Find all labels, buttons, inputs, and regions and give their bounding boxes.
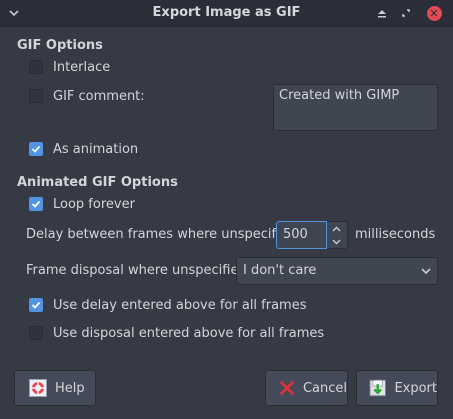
checkbox-box[interactable] (29, 326, 43, 340)
export-gif-dialog: Export Image as GIF ✕ GIF Options Interl… (0, 0, 453, 419)
as-animation-checkbox[interactable]: As animation (29, 140, 138, 158)
checkbox-box[interactable] (29, 89, 43, 103)
delay-spinbutton[interactable]: 500 (276, 221, 348, 249)
checkbox-box[interactable] (29, 142, 43, 156)
checkmark-icon (31, 301, 41, 309)
delay-label: Delay between frames where unspecified: (26, 227, 301, 242)
gif-options-header: GIF Options (17, 38, 103, 53)
export-label: Export (394, 380, 437, 396)
shade-icon[interactable] (372, 0, 392, 26)
loop-forever-label: Loop forever (53, 196, 135, 212)
use-disposal-checkbox[interactable]: Use disposal entered above for all frame… (29, 324, 324, 342)
title-bar: Export Image as GIF ✕ (0, 0, 453, 27)
help-label: Help (55, 380, 85, 396)
export-button[interactable]: Export (356, 370, 438, 406)
checkbox-box[interactable] (29, 197, 43, 211)
decrement-chevron-down-icon[interactable] (327, 235, 346, 248)
close-icon: ✕ (426, 5, 442, 21)
help-button[interactable]: Help (14, 370, 96, 406)
animated-gif-options-header: Animated GIF Options (17, 175, 178, 190)
delay-unit-label: milliseconds (355, 227, 436, 242)
use-disposal-label: Use disposal entered above for all frame… (53, 325, 325, 341)
cancel-label: Cancel (302, 380, 347, 396)
cancel-x-icon (280, 381, 294, 395)
chevron-down-icon (421, 268, 431, 275)
checkmark-icon (31, 145, 41, 153)
gif-comment-textarea[interactable]: Created with GIMP (273, 84, 438, 131)
checkbox-box[interactable] (29, 60, 43, 74)
checkbox-box[interactable] (29, 298, 43, 312)
use-delay-label: Use delay entered above for all frames (53, 297, 307, 313)
interlace-label: Interlace (53, 59, 111, 75)
checkmark-icon (31, 200, 41, 208)
help-lifebuoy-icon (29, 379, 47, 397)
export-save-icon (369, 379, 386, 397)
spin-buttons (327, 221, 348, 249)
disposal-selected-value: I don't care (243, 263, 317, 278)
disposal-label: Frame disposal where unspecified: (26, 263, 252, 278)
as-animation-label: As animation (53, 141, 139, 157)
loop-forever-checkbox[interactable]: Loop forever (29, 195, 135, 213)
increment-chevron-up-icon[interactable] (327, 222, 346, 235)
cancel-button[interactable]: Cancel (265, 370, 348, 406)
restore-icon[interactable] (396, 0, 416, 26)
close-window-button[interactable]: ✕ (424, 0, 444, 26)
gif-comment-checkbox[interactable]: GIF comment: (29, 87, 145, 105)
gif-comment-label: GIF comment: (53, 88, 145, 104)
disposal-combobox[interactable]: I don't care (236, 257, 438, 285)
delay-input[interactable]: 500 (276, 221, 327, 249)
interlace-checkbox[interactable]: Interlace (29, 58, 110, 76)
use-delay-checkbox[interactable]: Use delay entered above for all frames (29, 296, 307, 314)
